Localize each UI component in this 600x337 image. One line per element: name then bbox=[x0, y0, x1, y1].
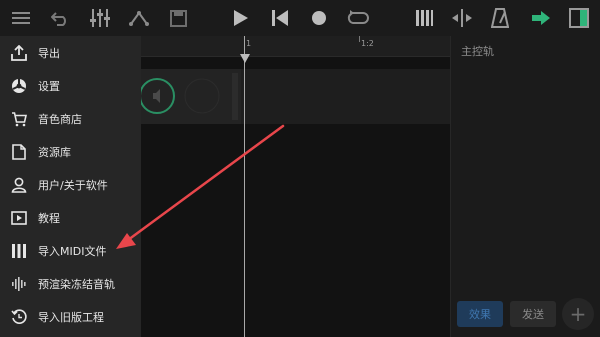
menu-item-import-legacy[interactable]: 导入旧版工程 bbox=[0, 300, 141, 333]
video-icon bbox=[10, 209, 28, 227]
menu-item-import-midi[interactable]: 导入MIDI文件 bbox=[0, 234, 141, 267]
menu-item-prerender-freeze[interactable]: 预渲染冻结音轨 bbox=[0, 267, 141, 300]
loop-icon[interactable] bbox=[346, 6, 370, 30]
send-button[interactable]: 发送 bbox=[510, 301, 556, 327]
mixer-icon[interactable] bbox=[88, 6, 112, 30]
menu-item-user-about[interactable]: 用户/关于软件 bbox=[0, 168, 141, 201]
menu-item-label: 教程 bbox=[38, 211, 60, 225]
master-track-panel: 主控轨 效果 发送 + bbox=[450, 36, 600, 337]
split-icon[interactable] bbox=[450, 6, 474, 30]
menu-item-label: 预渲染冻结音轨 bbox=[38, 277, 115, 291]
menu-item-label: 导出 bbox=[38, 46, 60, 60]
menu-icon[interactable] bbox=[9, 6, 33, 30]
menu-item-label: 资源库 bbox=[38, 145, 71, 159]
master-track-title: 主控轨 bbox=[461, 45, 494, 58]
top-toolbar bbox=[0, 0, 600, 36]
menu-item-tutorial[interactable]: 教程 bbox=[0, 201, 141, 234]
waveform-icon bbox=[10, 275, 28, 293]
menu-item-label: 设置 bbox=[38, 79, 60, 93]
metronome-icon[interactable] bbox=[488, 6, 512, 30]
menu-item-label: 音色商店 bbox=[38, 112, 82, 126]
settings-icon bbox=[10, 77, 28, 95]
user-icon bbox=[10, 176, 28, 194]
export-icon bbox=[10, 44, 28, 62]
menu-item-export[interactable]: 导出 bbox=[0, 36, 141, 69]
side-menu: 导出 设置 音色商店 资源库 用户/关于软件 教程 导入MIDI文件 预渲染冻结… bbox=[0, 36, 141, 337]
menu-item-sound-store[interactable]: 音色商店 bbox=[0, 102, 141, 135]
track-lane[interactable] bbox=[139, 69, 450, 124]
undo-icon[interactable] bbox=[48, 6, 72, 30]
add-effect-button[interactable]: + bbox=[562, 298, 594, 330]
track-header[interactable] bbox=[139, 69, 241, 124]
menu-item-label: 导入旧版工程 bbox=[38, 310, 104, 324]
ruler-marker-2: 1:2 bbox=[361, 39, 374, 48]
skip-back-icon[interactable] bbox=[268, 6, 292, 30]
restore-icon bbox=[10, 308, 28, 326]
play-icon[interactable] bbox=[229, 6, 253, 30]
panel-toggle-icon[interactable] bbox=[567, 6, 591, 30]
menu-item-settings[interactable]: 设置 bbox=[0, 69, 141, 102]
menu-item-label: 导入MIDI文件 bbox=[38, 244, 107, 258]
automation-icon[interactable] bbox=[127, 6, 151, 30]
timeline-ruler[interactable]: 1 1:2 bbox=[141, 36, 450, 57]
cart-icon bbox=[10, 110, 28, 128]
playhead[interactable] bbox=[244, 36, 245, 337]
ruler-marker-1: 1 bbox=[246, 39, 252, 48]
menu-item-library[interactable]: 资源库 bbox=[0, 135, 141, 168]
record-icon[interactable] bbox=[307, 6, 331, 30]
playhead-marker[interactable] bbox=[240, 54, 250, 63]
menu-item-label: 用户/关于软件 bbox=[38, 178, 108, 192]
document-icon bbox=[10, 143, 28, 161]
effects-button[interactable]: 效果 bbox=[457, 301, 503, 327]
piano-keys-icon bbox=[10, 242, 28, 260]
export-arrow-icon[interactable] bbox=[529, 6, 553, 30]
track-area[interactable] bbox=[139, 57, 450, 337]
save-icon[interactable] bbox=[166, 6, 190, 30]
piano-icon[interactable] bbox=[412, 6, 436, 30]
